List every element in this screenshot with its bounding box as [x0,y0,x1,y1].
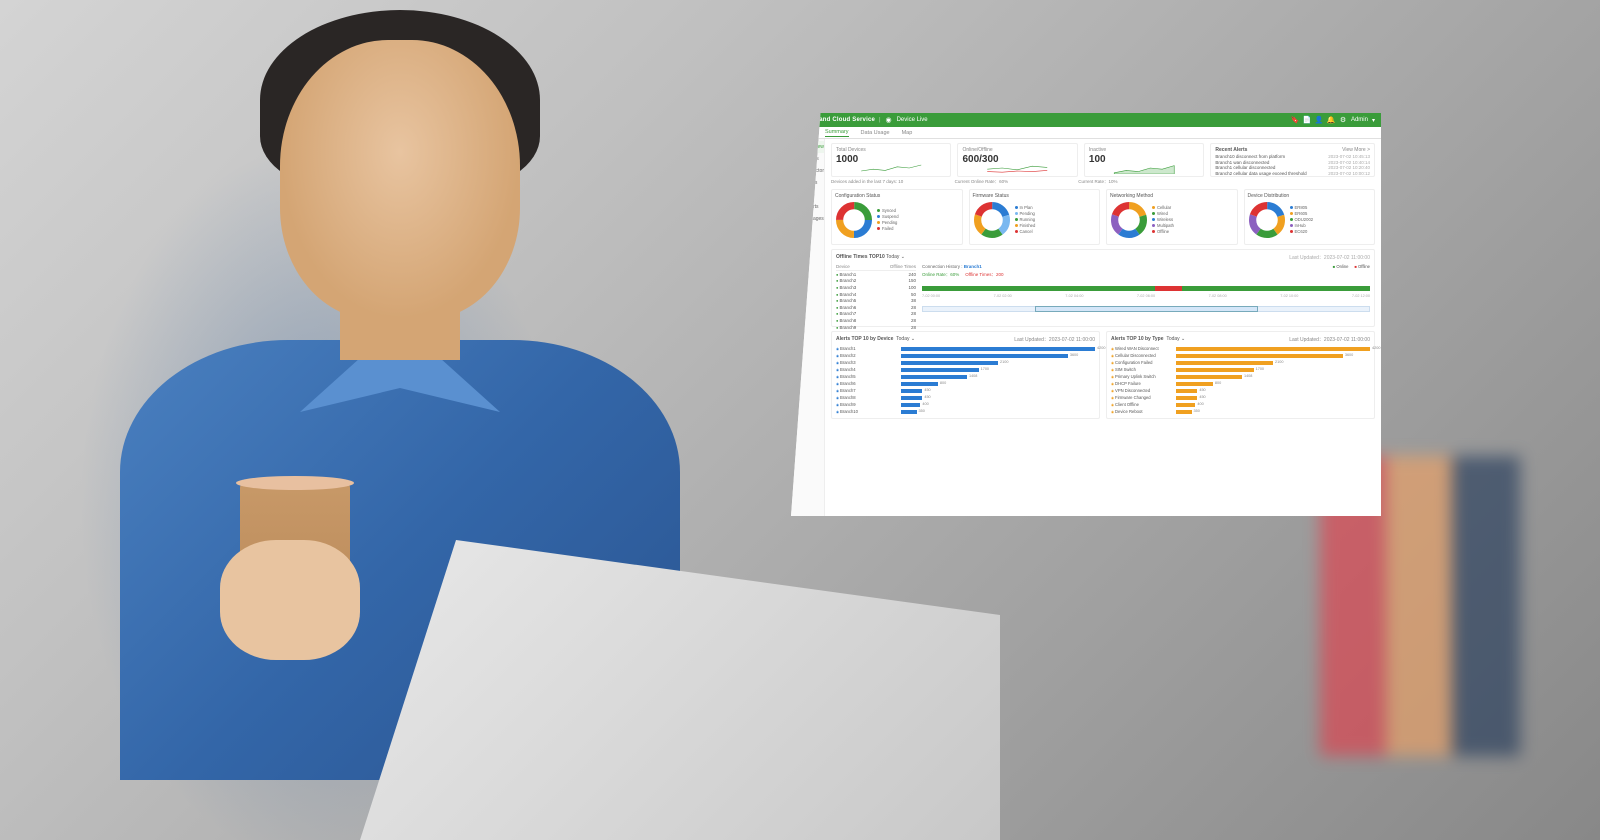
bar-row: Branch6800 [836,380,1095,387]
alerts-by-type-card: Alerts TOP 10 by Type Today ⌄Last Update… [1106,331,1375,419]
kpi-added-note: Devices added in the last 7 days: 10 [831,179,955,185]
tabbar: Summary Data Usage Map [791,127,1381,139]
bar-row: SIM Switch1700 [1111,366,1370,373]
offline-table: DeviceOffline Times Branch1240Branch2150… [836,264,916,324]
table-row[interactable]: Branch828 [836,317,916,324]
bar-row: Branch32100 [836,359,1095,366]
tab-map[interactable]: Map [902,130,913,136]
bar-row: Firmware Changed450 [1111,394,1370,401]
sparkline-online [960,162,1074,174]
donut-firmware-status: Firmware StatusIn PlanPendingRunningFini… [969,189,1101,245]
sparkline-inactive [1087,162,1201,174]
table-row[interactable]: Branch928 [836,324,916,331]
kpi-total: Total Devices 1000 [831,143,951,177]
chevron-down-icon[interactable]: ▾ [1372,117,1375,124]
table-row[interactable]: Branch628 [836,304,916,311]
bar-row: Wired WAN Disconnect4200 [1111,345,1370,352]
connection-history-chart: Connection History : Branch1 Online Rate… [922,264,1370,324]
bar-row: Branch7450 [836,387,1095,394]
bar-row: Device Reboot350 [1111,408,1370,415]
table-row[interactable]: Branch1240 [836,271,916,278]
product-icon: ◉ [885,116,893,124]
user-menu[interactable]: Admin [1351,117,1368,123]
bar-row: VPN Disconnected450 [1111,387,1370,394]
topbar: ▦ InHand Cloud Service | ◉ Device Live 🔖… [791,113,1381,127]
table-row[interactable]: Branch2150 [836,278,916,285]
tab-summary[interactable]: Summary [825,129,849,137]
alerts-by-device-card: Alerts TOP 10 by Device Today ⌄Last Upda… [831,331,1100,419]
bar-row: Configuration Failed2100 [1111,359,1370,366]
bar-row: Branch10350 [836,408,1095,415]
table-row[interactable]: Branch538 [836,297,916,304]
donut-networking-method: Networking MethodCellularWiredWirelessMu… [1106,189,1238,245]
donut-device-distribution: Device DistributionER805ER605ODU2002InHu… [1244,189,1376,245]
content: Total Devices 1000 Online/Offline 600/30… [825,139,1381,516]
bar-row: Branch41700 [836,366,1095,373]
kpi-online-offline: Online/Offline 600/300 [957,143,1077,177]
recent-alerts: Recent AlertsView More > Branch10 discon… [1210,143,1375,177]
bar-row: Branch14200 [836,345,1095,352]
bookmark-icon[interactable]: 🔖 [1291,116,1299,124]
bar-row: Branch8450 [836,394,1095,401]
sparkline-total [834,162,948,174]
kpi-online-rate-note: Current Online Rate：60% [955,179,1079,185]
bar-row: Primary Uplink Switch1408 [1111,373,1370,380]
alerts-more-link[interactable]: View More > [1342,147,1370,153]
bar-row: Branch23600 [836,352,1095,359]
timeline-scrollbar[interactable] [922,306,1370,312]
product-label: Device Live [897,117,928,123]
chevron-down-icon[interactable]: ⌄ [901,254,905,260]
alert-row[interactable]: Branch1 cellular data usage exceed thres… [1215,176,1370,177]
dashboard-window: ▦ InHand Cloud Service | ◉ Device Live 🔖… [791,113,1381,516]
table-row[interactable]: Branch450 [836,291,916,298]
user-icon[interactable]: 👤 [1315,116,1323,124]
bell-icon[interactable]: 🔔 [1327,116,1335,124]
bar-row: Client Offline400 [1111,401,1370,408]
table-row[interactable]: Branch728 [836,311,916,318]
gear-icon[interactable]: ⚙ [1339,116,1347,124]
bar-row: DHCP Failure800 [1111,380,1370,387]
chevron-down-icon[interactable]: ⌄ [911,336,915,342]
file-icon[interactable]: 📄 [1303,116,1311,124]
table-row[interactable]: Branch3100 [836,284,916,291]
chevron-down-icon[interactable]: ⌄ [1181,336,1185,342]
kpi-current-rate-note: Current Rate：10% [1078,179,1202,185]
bar-row: Branch9400 [836,401,1095,408]
donut-configuration-status: Configuration StatusSyncedSuspendPending… [831,189,963,245]
tab-data-usage[interactable]: Data Usage [861,130,890,136]
bar-row: Cellular Disconnected3600 [1111,352,1370,359]
offline-times-card: Offline Times TOP10 Today ⌄ Last Updated… [831,249,1375,327]
bar-row: Branch51408 [836,373,1095,380]
kpi-inactive: Inactive 100 [1084,143,1204,177]
